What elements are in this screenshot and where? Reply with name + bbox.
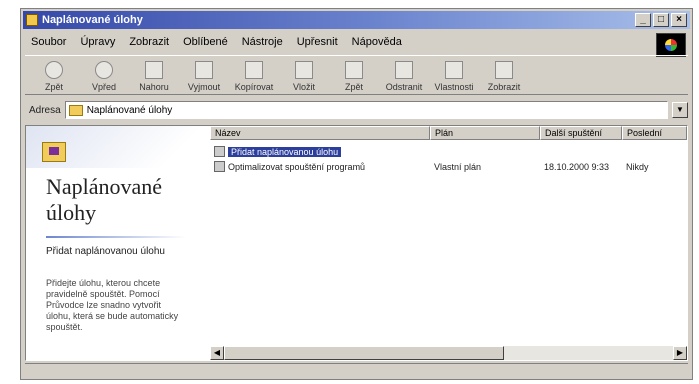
- web-view-pane: Naplánované úlohy Přidat naplánovanou úl…: [26, 126, 206, 360]
- menu-tools[interactable]: Nástroje: [242, 36, 283, 48]
- forward-icon: [95, 61, 113, 79]
- folder-app-icon: [26, 14, 38, 26]
- task-icon: [214, 161, 225, 172]
- back-icon: [45, 61, 63, 79]
- title-bar[interactable]: Naplánované úlohy _ □ ×: [23, 11, 690, 29]
- menu-advanced[interactable]: Upřesnit: [297, 36, 338, 48]
- scroll-thumb[interactable]: [224, 346, 504, 360]
- scheduled-tasks-icon: [42, 142, 66, 162]
- properties-button[interactable]: Vlastnosti: [431, 61, 477, 94]
- address-dropdown-button[interactable]: ▼: [672, 102, 688, 118]
- scroll-right-icon[interactable]: ▶: [673, 346, 687, 360]
- menu-file[interactable]: Soubor: [31, 36, 66, 48]
- item-schedule: Vlastní plán: [434, 161, 482, 172]
- item-name: Přidat naplánovanou úlohu: [228, 146, 342, 157]
- toolbar: Zpět Vpřed Nahoru Vyjmout Kopírovat Vlož…: [25, 55, 688, 95]
- item-next-run: 18.10.2000 9:33: [544, 161, 610, 172]
- maximize-button[interactable]: □: [653, 13, 669, 27]
- copy-button[interactable]: Kopírovat: [231, 61, 277, 94]
- pane-subheading: Přidat naplánovanou úlohu: [46, 246, 165, 257]
- column-last-run[interactable]: Poslední: [622, 126, 687, 140]
- views-button[interactable]: Zobrazit: [481, 61, 527, 94]
- column-next-run[interactable]: Další spuštění: [540, 126, 622, 140]
- menu-help[interactable]: Nápověda: [352, 36, 402, 48]
- menu-edit[interactable]: Úpravy: [80, 36, 115, 48]
- pane-heading: Naplánované úlohy: [46, 174, 163, 225]
- list-item[interactable]: Optimalizovat spouštění programů Vlastní…: [210, 159, 687, 174]
- menu-bar: Soubor Úpravy Zobrazit Oblíbené Nástroje…: [25, 33, 652, 51]
- menu-view[interactable]: Zobrazit: [129, 36, 169, 48]
- undo-button[interactable]: Zpět: [331, 61, 377, 94]
- file-list: Přidat naplánovanou úlohu Optimalizovat …: [210, 144, 687, 174]
- delete-icon: [395, 61, 413, 79]
- paste-icon: [295, 61, 313, 79]
- address-label: Adresa: [29, 104, 61, 116]
- scroll-track[interactable]: [224, 346, 673, 360]
- folder-icon: [68, 104, 83, 116]
- status-bar: [25, 363, 688, 377]
- horizontal-scrollbar[interactable]: ◀ ▶: [210, 346, 687, 360]
- address-bar: Adresa Naplánované úlohy ▼: [25, 99, 688, 121]
- column-headers: Název Plán Další spuštění Poslední: [210, 126, 687, 140]
- up-icon: [145, 61, 163, 79]
- cut-button[interactable]: Vyjmout: [181, 61, 227, 94]
- item-last-run: Nikdy: [626, 161, 649, 172]
- views-icon: [495, 61, 513, 79]
- pane-divider: [46, 236, 186, 238]
- item-name: Optimalizovat spouštění programů: [228, 161, 366, 172]
- explorer-window: Naplánované úlohy _ □ × Soubor Úpravy Zo…: [20, 8, 693, 380]
- undo-icon: [345, 61, 363, 79]
- menu-favorites[interactable]: Oblíbené: [183, 36, 228, 48]
- copy-icon: [245, 61, 263, 79]
- address-field[interactable]: Naplánované úlohy: [64, 101, 668, 119]
- windows-logo-icon: [656, 33, 686, 57]
- properties-icon: [445, 61, 463, 79]
- file-list-pane: Název Plán Další spuštění Poslední Přida…: [210, 126, 687, 360]
- pane-description: Přidejte úlohu, kterou chcete pravidelně…: [46, 278, 179, 332]
- content-area: Naplánované úlohy Přidat naplánovanou úl…: [25, 125, 688, 361]
- add-task-icon: [214, 146, 225, 157]
- address-value: Naplánované úlohy: [86, 104, 173, 116]
- window-controls: _ □ ×: [635, 13, 687, 27]
- minimize-button[interactable]: _: [635, 13, 651, 27]
- forward-button[interactable]: Vpřed: [81, 61, 127, 94]
- delete-button[interactable]: Odstranit: [381, 61, 427, 94]
- close-button[interactable]: ×: [671, 13, 687, 27]
- window-title: Naplánované úlohy: [42, 14, 143, 26]
- scroll-left-icon[interactable]: ◀: [210, 346, 224, 360]
- cut-icon: [195, 61, 213, 79]
- list-item[interactable]: Přidat naplánovanou úlohu: [210, 144, 687, 159]
- column-schedule[interactable]: Plán: [430, 126, 540, 140]
- column-name[interactable]: Název: [210, 126, 430, 140]
- up-button[interactable]: Nahoru: [131, 61, 177, 94]
- back-button[interactable]: Zpět: [31, 61, 77, 94]
- paste-button[interactable]: Vložit: [281, 61, 327, 94]
